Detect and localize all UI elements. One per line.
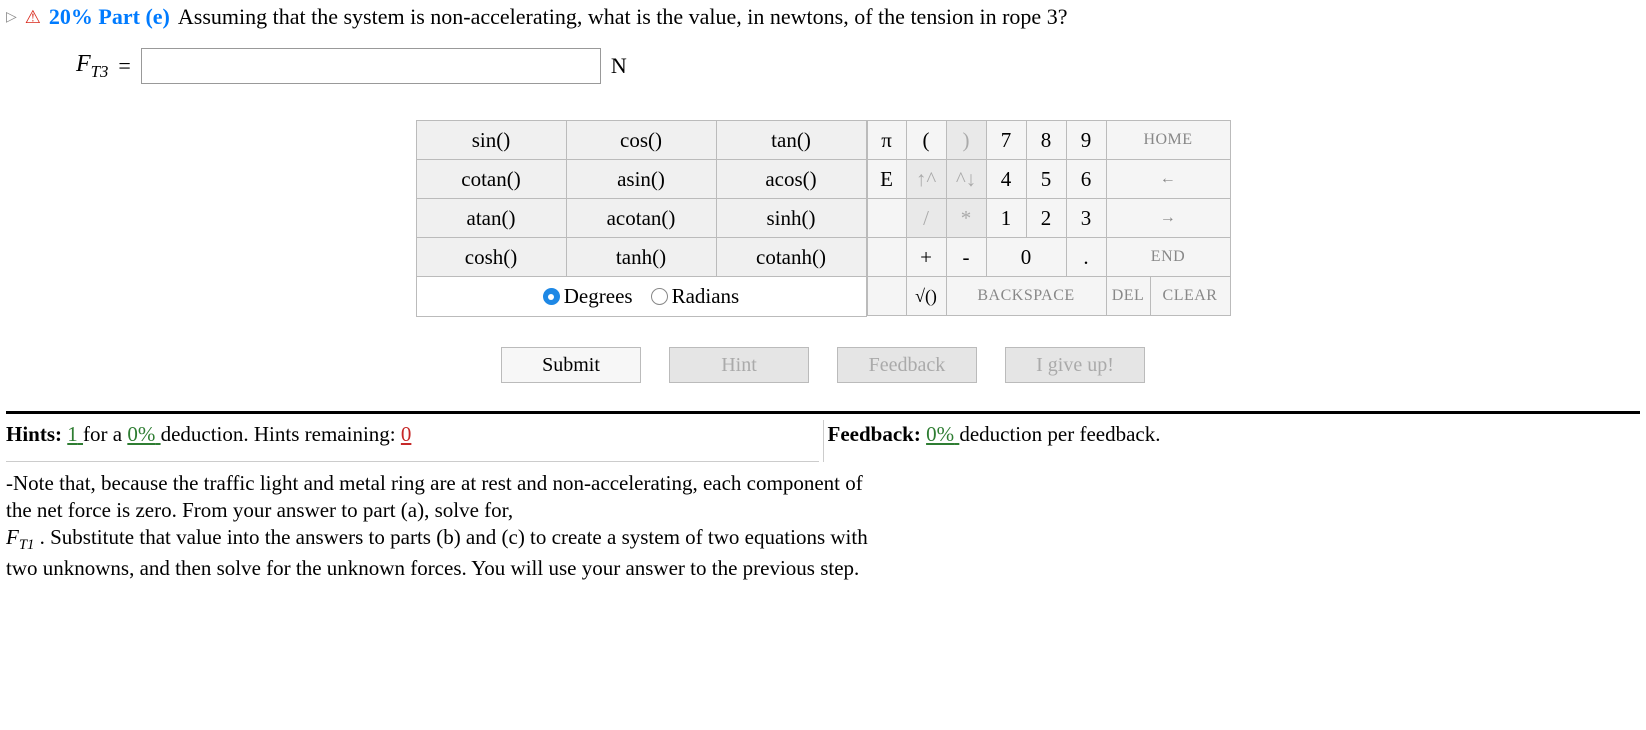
key-divide[interactable]: / xyxy=(907,199,947,238)
numeric-keypad: π ( ) 7 8 9 HOME E ↑^ ^↓ 4 5 6 ← / * 1 2… xyxy=(867,120,1231,317)
key-5[interactable]: 5 xyxy=(1027,160,1067,199)
radio-selected-icon xyxy=(543,288,560,305)
key-empty-r3 xyxy=(867,199,907,238)
degrees-label: Degrees xyxy=(564,284,633,309)
key-minus[interactable]: - xyxy=(947,238,987,277)
key-empty-r5 xyxy=(867,277,907,316)
hints-count: 1 xyxy=(67,422,83,446)
expand-icon[interactable]: ▷ xyxy=(6,9,17,26)
trig-functions: sin() cos() tan() cotan() asin() acos() … xyxy=(416,120,867,317)
key-3[interactable]: 3 xyxy=(1067,199,1107,238)
angle-mode-row: Degrees Radians xyxy=(417,277,867,317)
giveup-button[interactable]: I give up! xyxy=(1005,347,1145,383)
key-right-arrow[interactable]: → xyxy=(1107,199,1231,238)
part-label: 20% Part (e) xyxy=(49,4,170,30)
feedback-column: Feedback: 0% deduction per feedback. xyxy=(823,420,1641,462)
key-end[interactable]: END xyxy=(1107,238,1231,277)
question-header: ▷ ⚠ 20% Part (e) Assuming that the syste… xyxy=(6,4,1640,30)
key-8[interactable]: 8 xyxy=(1027,121,1067,160)
key-cosh[interactable]: cosh() xyxy=(417,238,567,277)
key-left-arrow[interactable]: ← xyxy=(1107,160,1231,199)
key-cotanh[interactable]: cotanh() xyxy=(717,238,867,277)
keypad: sin() cos() tan() cotan() asin() acos() … xyxy=(6,120,1640,317)
submit-button[interactable]: Submit xyxy=(501,347,641,383)
feedback-button[interactable]: Feedback xyxy=(837,347,977,383)
key-4[interactable]: 4 xyxy=(987,160,1027,199)
warning-icon: ⚠ xyxy=(25,7,41,28)
radio-radians[interactable]: Radians xyxy=(651,284,740,309)
key-acotan[interactable]: acotan() xyxy=(567,199,717,238)
answer-row: FT3 = N xyxy=(76,48,1640,84)
key-home[interactable]: HOME xyxy=(1107,121,1231,160)
key-clear[interactable]: CLEAR xyxy=(1151,277,1231,316)
key-asin[interactable]: asin() xyxy=(567,160,717,199)
hints-ded: 0% xyxy=(127,422,160,446)
key-sqrt[interactable]: √() xyxy=(907,277,947,316)
feedback-prefix: Feedback: xyxy=(828,422,921,446)
key-del[interactable]: DEL xyxy=(1107,277,1151,316)
hints-mid1: for a xyxy=(83,422,122,446)
key-dot[interactable]: . xyxy=(1067,238,1107,277)
key-pow-down[interactable]: ^↓ xyxy=(947,160,987,199)
radians-label: Radians xyxy=(672,284,740,309)
unit-label: N xyxy=(611,53,627,79)
key-close-paren[interactable]: ) xyxy=(947,121,987,160)
divider xyxy=(6,411,1640,414)
hints-mid2: deduction. Hints remaining: xyxy=(161,422,396,446)
key-atan[interactable]: atan() xyxy=(417,199,567,238)
key-tan[interactable]: tan() xyxy=(717,121,867,160)
key-9[interactable]: 9 xyxy=(1067,121,1107,160)
hints-prefix: Hints: xyxy=(6,422,62,446)
key-tanh[interactable]: tanh() xyxy=(567,238,717,277)
key-e[interactable]: E xyxy=(867,160,907,199)
key-cotan[interactable]: cotan() xyxy=(417,160,567,199)
action-row: Submit Hint Feedback I give up! xyxy=(6,347,1640,383)
hints-feedback-row: Hints: 1 for a 0% deduction. Hints remai… xyxy=(6,420,1640,462)
feedback-ded: 0% xyxy=(926,422,959,446)
key-cos[interactable]: cos() xyxy=(567,121,717,160)
key-empty-r4 xyxy=(867,238,907,277)
answer-input[interactable] xyxy=(141,48,601,84)
key-0[interactable]: 0 xyxy=(987,238,1067,277)
key-open-paren[interactable]: ( xyxy=(907,121,947,160)
equals-label: = xyxy=(118,53,130,79)
hints-column: Hints: 1 for a 0% deduction. Hints remai… xyxy=(6,420,819,462)
hint-button[interactable]: Hint xyxy=(669,347,809,383)
key-acos[interactable]: acos() xyxy=(717,160,867,199)
part-id: Part (e) xyxy=(98,4,169,29)
key-pi[interactable]: π xyxy=(867,121,907,160)
key-multiply[interactable]: * xyxy=(947,199,987,238)
key-pow-up[interactable]: ↑^ xyxy=(907,160,947,199)
key-2[interactable]: 2 xyxy=(1027,199,1067,238)
key-sinh[interactable]: sinh() xyxy=(717,199,867,238)
percent-label: 20% xyxy=(49,4,93,29)
key-6[interactable]: 6 xyxy=(1067,160,1107,199)
feedback-suffix: deduction per feedback. xyxy=(959,422,1160,446)
question-text: Assuming that the system is non-accelera… xyxy=(178,4,1068,30)
key-7[interactable]: 7 xyxy=(987,121,1027,160)
hints-remaining: 0 xyxy=(401,422,412,446)
key-backspace[interactable]: BACKSPACE xyxy=(947,277,1107,316)
key-sin[interactable]: sin() xyxy=(417,121,567,160)
radio-unselected-icon xyxy=(651,288,668,305)
hint-text: -Note that, because the traffic light an… xyxy=(6,470,876,582)
radio-degrees[interactable]: Degrees xyxy=(543,284,633,309)
variable-label: FT3 xyxy=(76,51,108,82)
key-plus[interactable]: + xyxy=(907,238,947,277)
key-1[interactable]: 1 xyxy=(987,199,1027,238)
